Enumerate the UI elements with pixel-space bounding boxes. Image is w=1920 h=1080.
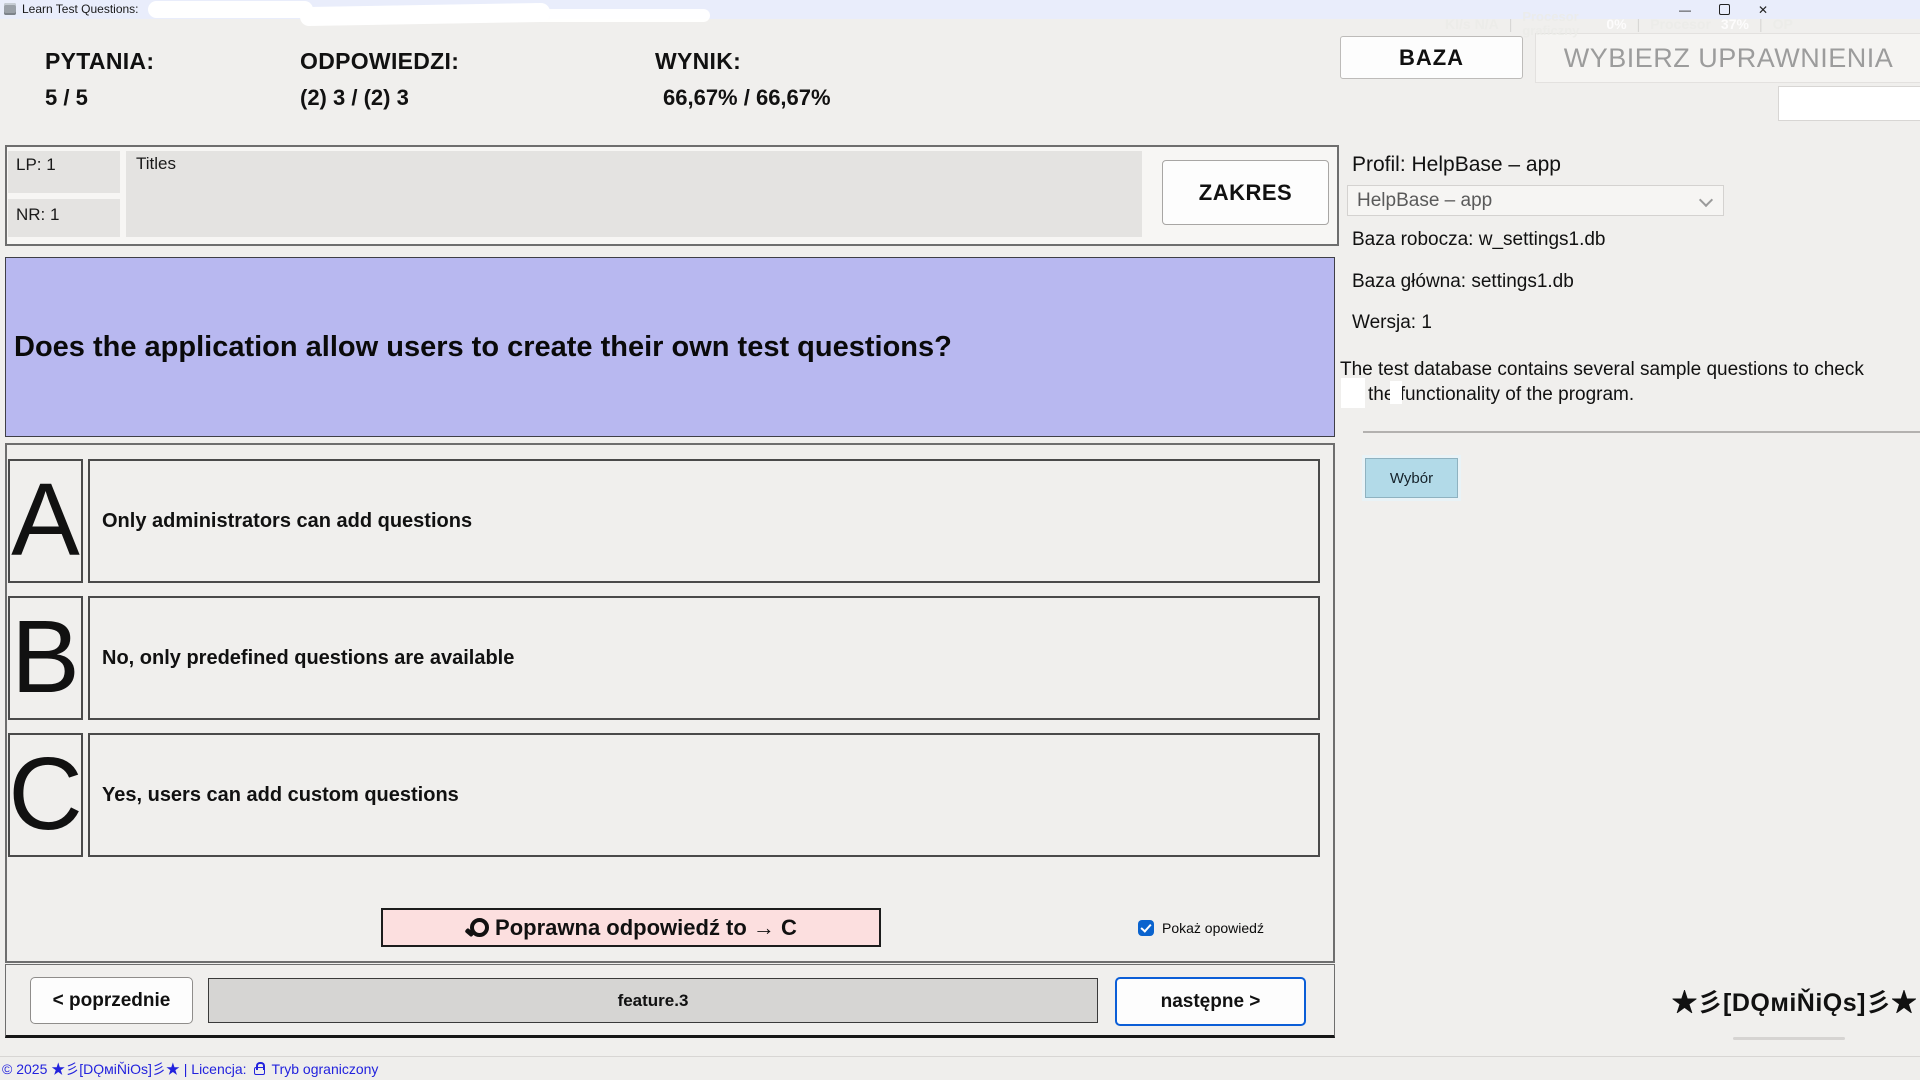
- next-button[interactable]: następne >: [1115, 977, 1306, 1026]
- score-label: WYNIK:: [655, 48, 741, 75]
- app-icon: [4, 3, 16, 15]
- titles-header-cell: Titles: [126, 151, 1142, 237]
- correct-answer-text: Poprawna odpowiedź to → C: [495, 915, 797, 941]
- version-label: Wersja: 1: [1352, 312, 1432, 334]
- answer-letter-c[interactable]: C: [8, 733, 83, 857]
- answer-option-a[interactable]: Only administrators can add questions: [88, 459, 1320, 583]
- top-right-field: [1778, 86, 1920, 121]
- db-description-line1: The test database contains several sampl…: [1340, 359, 1864, 381]
- profile-dropdown[interactable]: HelpBase – app: [1347, 185, 1724, 216]
- redaction-blob: [520, 9, 710, 22]
- window-title: Learn Test Questions:: [22, 2, 139, 16]
- search-icon: [465, 918, 485, 938]
- close-button[interactable]: ✕: [1748, 0, 1778, 19]
- redaction-patch: [1390, 381, 1402, 404]
- baza-button[interactable]: BAZA: [1340, 36, 1523, 79]
- maximize-icon: [1719, 4, 1730, 15]
- copyright-text: © 2025 ★彡[DǪмiŇiOs]彡★ | Licencja:: [2, 1059, 247, 1079]
- previous-button[interactable]: < poprzednie: [30, 977, 193, 1024]
- titlebar: Learn Test Questions: — ✕: [0, 0, 1920, 19]
- chevron-down-icon: [1699, 193, 1713, 207]
- zakres-button[interactable]: ZAKRES: [1162, 160, 1329, 225]
- question-text: Does the application allow users to crea…: [14, 331, 952, 364]
- license-status: Tryb ograniczony: [272, 1061, 379, 1077]
- show-answer-label: Pokaż opowiedź: [1162, 920, 1264, 936]
- working-db-label: Baza robocza: w_settings1.db: [1352, 229, 1606, 251]
- select-button[interactable]: Wybór: [1365, 458, 1458, 498]
- score-value: 66,67% / 66,67%: [663, 85, 831, 111]
- status-bar: © 2025 ★彡[DǪмiŇiOs]彡★ | Licencja: Tryb o…: [0, 1056, 1920, 1080]
- minimize-button[interactable]: —: [1670, 0, 1700, 19]
- answer-option-b[interactable]: No, only predefined questions are availa…: [88, 596, 1320, 720]
- answer-letter-b[interactable]: B: [8, 596, 83, 720]
- question-box: Does the application allow users to crea…: [5, 257, 1335, 437]
- show-answer-checkbox[interactable]: [1138, 920, 1154, 936]
- show-answer-toggle[interactable]: Pokaż opowiedź: [1138, 920, 1264, 936]
- nr-cell: NR: 1: [8, 199, 120, 237]
- answers-value: (2) 3 / (2) 3: [300, 85, 409, 111]
- db-description-line2: the functionality of the program.: [1368, 384, 1634, 406]
- current-test-name: feature.3: [208, 978, 1098, 1023]
- questions-label: PYTANIA:: [45, 48, 154, 75]
- redaction-patch: [1341, 378, 1365, 408]
- lp-cell: LP: 1: [8, 151, 120, 193]
- choose-permissions-button[interactable]: WYBIERZ UPRAWNIENIA: [1535, 33, 1920, 83]
- watermark-underline: [1733, 1037, 1845, 1040]
- main-db-label: Baza główna: settings1.db: [1352, 271, 1574, 293]
- questions-value: 5 / 5: [45, 85, 88, 111]
- profile-dropdown-value: HelpBase – app: [1357, 190, 1492, 212]
- answer-letter-a[interactable]: A: [8, 459, 83, 583]
- redaction-blob: [148, 1, 313, 18]
- correct-answer-bar: Poprawna odpowiedź to → C: [381, 908, 881, 947]
- profile-title: Profil: HelpBase – app: [1352, 153, 1561, 177]
- answers-label: ODPOWIEDZI:: [300, 48, 459, 75]
- app-window: Learn Test Questions: — ✕ KI/s N/A | Pro…: [0, 0, 1920, 1080]
- answer-option-c[interactable]: Yes, users can add custom questions: [88, 733, 1320, 857]
- panel-separator: [1363, 431, 1920, 433]
- maximize-button[interactable]: [1709, 0, 1739, 19]
- lock-icon: [254, 1062, 265, 1075]
- redaction-blob: [300, 3, 550, 26]
- watermark-text: ★彡[DǪмiŇiǪs]彡★: [1672, 983, 1917, 1019]
